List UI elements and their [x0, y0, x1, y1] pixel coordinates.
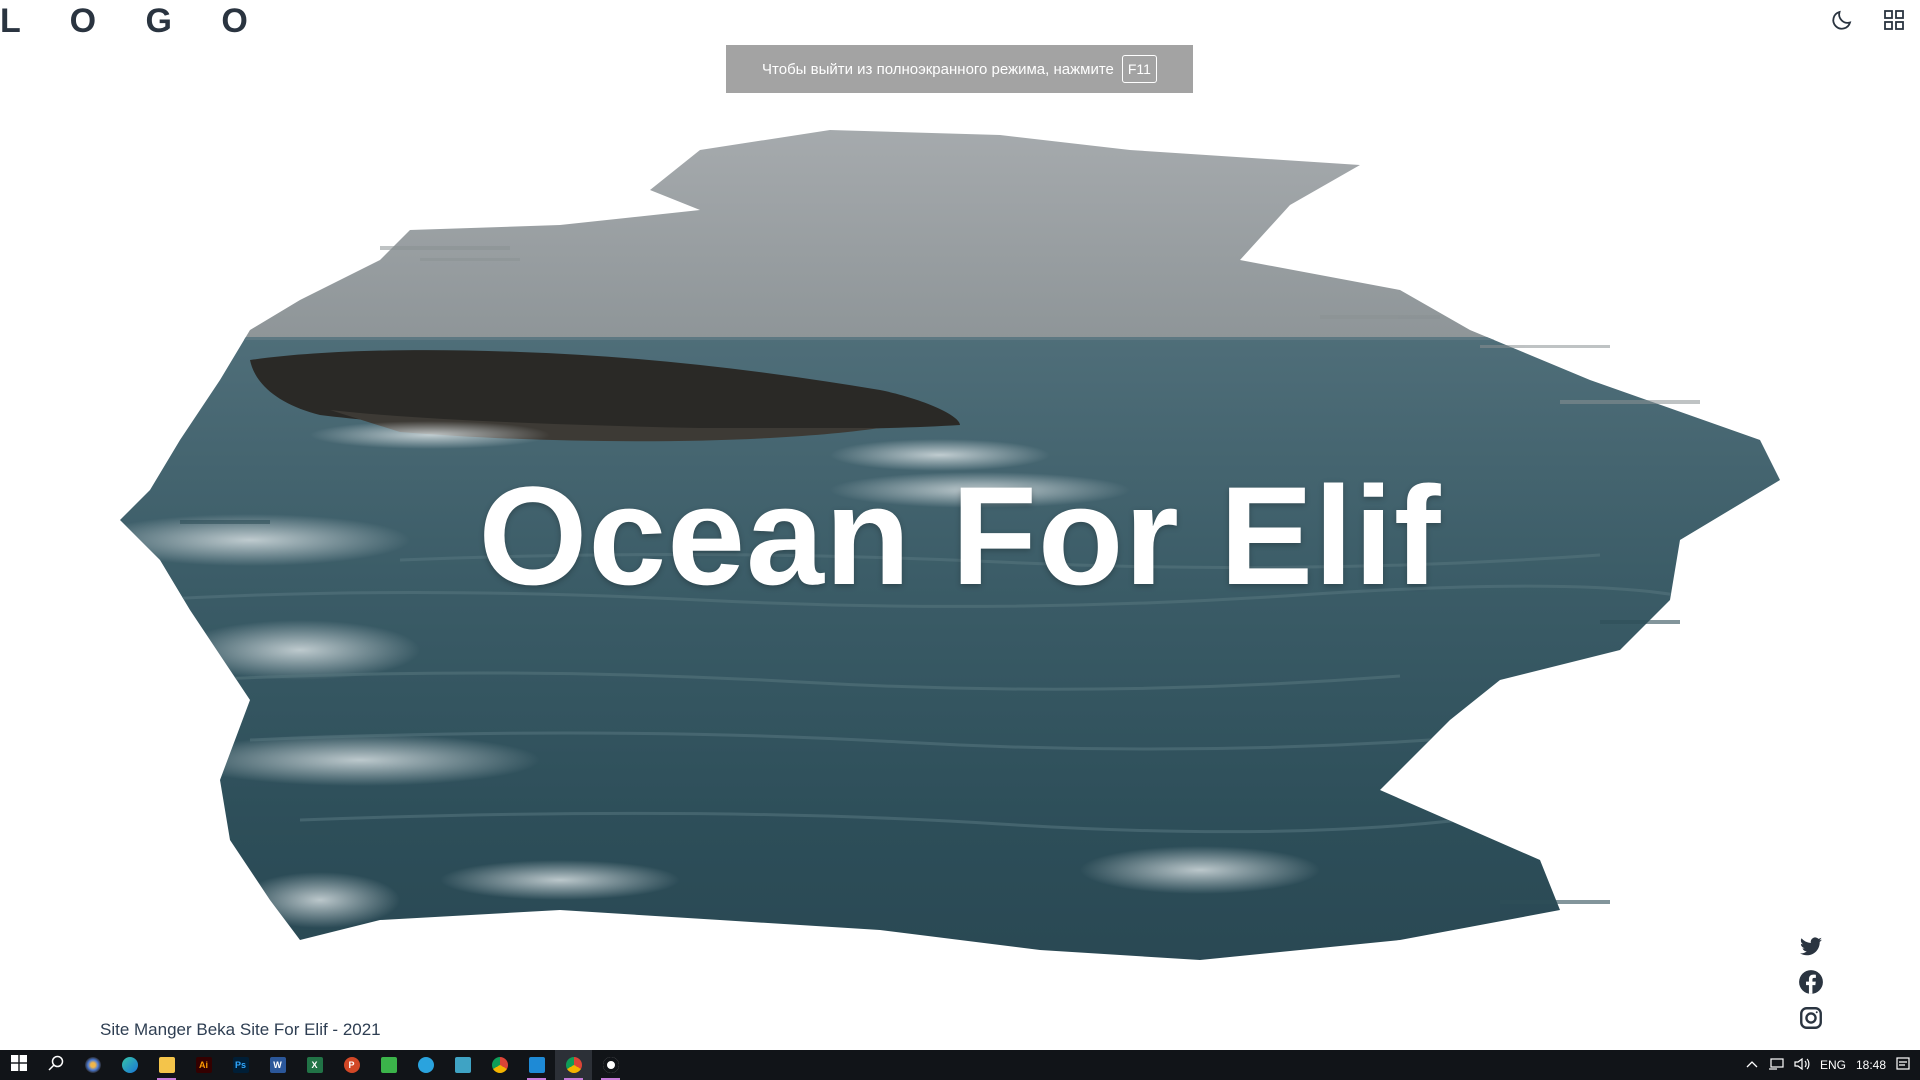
edge-icon: [121, 1057, 138, 1073]
taskbar-app-chrome[interactable]: [481, 1050, 518, 1080]
calculator-icon: [454, 1057, 471, 1073]
taskbar-app-photoshop[interactable]: Ps: [222, 1050, 259, 1080]
file-explorer-icon: [158, 1057, 175, 1073]
f11-key-badge: F11: [1121, 55, 1157, 83]
fullscreen-exit-banner: Чтобы выйти из полноэкранного режима, на…: [726, 45, 1193, 93]
telegram-icon: [417, 1057, 434, 1073]
chrome-active-icon: [565, 1057, 582, 1073]
system-tray: ENG 18:48: [1746, 1056, 1920, 1074]
taskbar-app-vscode[interactable]: [518, 1050, 555, 1080]
taskbar-app-green[interactable]: [370, 1050, 407, 1080]
clock[interactable]: 18:48: [1856, 1058, 1886, 1072]
chevron-up-icon[interactable]: [1746, 1058, 1758, 1072]
taskbar-app-calculator[interactable]: [444, 1050, 481, 1080]
top-actions: [1830, 8, 1906, 32]
fullscreen-exit-text: Чтобы выйти из полноэкранного режима, на…: [762, 60, 1114, 78]
twitter-icon[interactable]: [1798, 935, 1824, 959]
photoshop-icon: Ps: [232, 1057, 249, 1073]
taskbar-app-file-explorer[interactable]: [148, 1050, 185, 1080]
vscode-icon: [528, 1057, 545, 1073]
taskbar-app-illustrator[interactable]: Ai: [185, 1050, 222, 1080]
illustrator-icon: Ai: [195, 1057, 212, 1073]
search-icon: [47, 1055, 64, 1076]
taskbar-app-telegram[interactable]: [407, 1050, 444, 1080]
excel-icon: X: [306, 1057, 323, 1073]
volume-icon[interactable]: [1794, 1057, 1810, 1073]
taskbar-app-word[interactable]: W: [259, 1050, 296, 1080]
start-icon: [10, 1054, 27, 1076]
notifications-icon[interactable]: [1896, 1056, 1910, 1074]
word-icon: W: [269, 1057, 286, 1073]
powerpoint-icon: P: [343, 1057, 360, 1073]
search-button[interactable]: [37, 1050, 74, 1080]
taskbar-app-davinci[interactable]: [74, 1050, 111, 1080]
facebook-icon[interactable]: [1798, 969, 1824, 995]
davinci-icon: [84, 1057, 101, 1073]
taskbar-app-powerpoint[interactable]: P: [333, 1050, 370, 1080]
greenapp-icon: [380, 1057, 397, 1073]
language-indicator[interactable]: ENG: [1820, 1058, 1846, 1072]
windows-taskbar: Ai Ps W X P ENG 18:48: [0, 1050, 1920, 1080]
chrome-icon: [491, 1057, 508, 1073]
recorder-icon: [602, 1057, 619, 1073]
hero-title: Ocean For Elif: [478, 457, 1442, 614]
site-logo[interactable]: L O G O: [0, 2, 268, 41]
taskbar-app-recorder[interactable]: [592, 1050, 629, 1080]
taskbar-app-excel[interactable]: X: [296, 1050, 333, 1080]
footer-credit: Site Manger Beka Site For Elif - 2021: [100, 1020, 381, 1039]
social-links: [1798, 935, 1824, 1031]
instagram-icon[interactable]: [1798, 1005, 1824, 1031]
start-button[interactable]: [0, 1050, 37, 1080]
taskbar-app-edge[interactable]: [111, 1050, 148, 1080]
taskbar-app-chrome-active[interactable]: [555, 1050, 592, 1080]
network-icon[interactable]: [1768, 1057, 1784, 1073]
grid-icon[interactable]: [1882, 8, 1906, 32]
moon-icon[interactable]: [1830, 8, 1854, 32]
